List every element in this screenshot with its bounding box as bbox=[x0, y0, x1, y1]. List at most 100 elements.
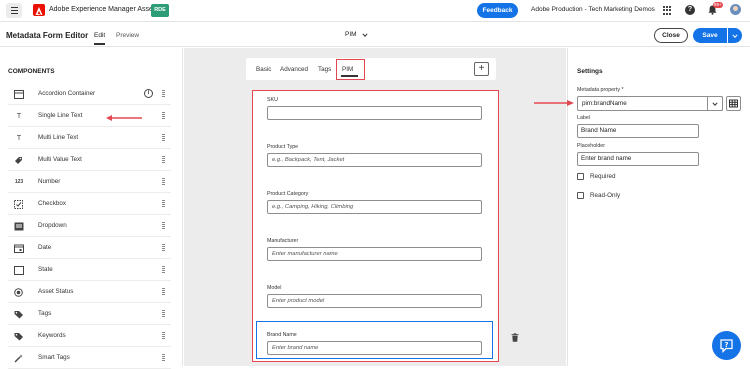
drag-handle-icon[interactable] bbox=[162, 354, 165, 363]
component-asset-status[interactable]: Asset Status bbox=[8, 282, 171, 303]
product-category-field[interactable]: e.g., Camping, Hiking, Climbing bbox=[267, 200, 482, 214]
drag-handle-icon[interactable] bbox=[162, 90, 165, 99]
form-name-dropdown[interactable]: PIM bbox=[345, 31, 357, 38]
environment-switcher[interactable]: Adobe Production - Tech Marketing Demos bbox=[531, 6, 655, 13]
brand-name-field[interactable]: Enter brand name bbox=[267, 341, 482, 355]
component-label: Smart Tags bbox=[38, 354, 70, 361]
field-label-product-type: Product Type bbox=[267, 144, 299, 150]
save-options-button[interactable] bbox=[728, 28, 742, 43]
schema-browser-button[interactable] bbox=[726, 96, 741, 111]
component-accordion-container[interactable]: Accordion Container i bbox=[8, 84, 171, 105]
close-button[interactable]: Close bbox=[654, 28, 688, 43]
drag-handle-icon[interactable] bbox=[162, 200, 165, 209]
component-single-line-text[interactable]: T Single Line Text bbox=[8, 106, 171, 127]
chevron-down-icon bbox=[732, 34, 738, 38]
top-bar: Adobe Experience Manager Assets RDE Feed… bbox=[0, 0, 750, 22]
active-tab-indicator bbox=[341, 75, 358, 77]
field-label-model: Model bbox=[267, 285, 282, 291]
component-label: Keywords bbox=[38, 332, 66, 339]
settings-title: Settings bbox=[577, 68, 603, 75]
read-only-checkbox-label: Read-Only bbox=[590, 192, 621, 199]
trash-icon[interactable] bbox=[511, 333, 519, 342]
drag-handle-icon[interactable] bbox=[162, 112, 165, 121]
drag-handle-icon[interactable] bbox=[162, 178, 165, 187]
form-tab-pim[interactable]: PIM bbox=[342, 66, 353, 73]
component-date[interactable]: Date bbox=[8, 238, 171, 259]
form-tab-basic[interactable]: Basic bbox=[256, 66, 271, 73]
app-title[interactable]: Adobe Experience Manager Assets bbox=[49, 6, 158, 13]
required-marker: * bbox=[621, 87, 624, 93]
component-label: Multi Line Text bbox=[38, 134, 79, 141]
checkbox-icon bbox=[14, 200, 23, 209]
hamburger-menu-icon[interactable] bbox=[6, 3, 22, 18]
apps-grid-icon[interactable] bbox=[663, 6, 672, 15]
drag-handle-icon[interactable] bbox=[162, 332, 165, 341]
form-tab-advanced[interactable]: Advanced bbox=[280, 66, 308, 73]
drag-handle-icon[interactable] bbox=[162, 266, 165, 275]
metadata-property-value: pim:brandName bbox=[582, 100, 627, 107]
component-label: State bbox=[38, 266, 53, 273]
required-checkbox[interactable] bbox=[577, 173, 584, 180]
form-tabs-bar: Basic Advanced Tags PIM + bbox=[246, 58, 496, 80]
field-label-sku: SKU bbox=[267, 97, 278, 103]
model-field[interactable]: Enter product model bbox=[267, 294, 482, 308]
feedback-button[interactable]: Feedback bbox=[477, 3, 518, 18]
component-label: Single Line Text bbox=[38, 112, 83, 119]
component-checkbox[interactable]: Checkbox bbox=[8, 194, 171, 215]
annotation-arrow bbox=[534, 100, 574, 106]
tab-edit[interactable]: Edit bbox=[94, 32, 105, 39]
drag-handle-icon[interactable] bbox=[162, 310, 165, 319]
drag-handle-icon[interactable] bbox=[162, 222, 165, 231]
required-checkbox-label: Required bbox=[590, 173, 616, 180]
smart-tags-icon bbox=[14, 354, 23, 363]
component-label: Accordion Container bbox=[38, 90, 96, 97]
metadata-property-combobox[interactable]: pim:brandName bbox=[577, 96, 723, 111]
component-state[interactable]: State bbox=[8, 260, 171, 281]
svg-text:?: ? bbox=[724, 341, 728, 349]
component-label: Checkbox bbox=[38, 200, 67, 207]
component-keywords[interactable]: Keywords bbox=[8, 326, 171, 347]
environment-badge: RDE bbox=[151, 4, 169, 17]
drag-handle-icon[interactable] bbox=[162, 134, 165, 143]
tab-preview[interactable]: Preview bbox=[116, 32, 139, 39]
label-input[interactable]: Brand Name bbox=[577, 124, 699, 138]
component-multi-value-text[interactable]: Multi Value Text bbox=[8, 150, 171, 171]
drag-handle-icon[interactable] bbox=[162, 156, 165, 165]
user-avatar[interactable] bbox=[730, 4, 741, 15]
component-label: Date bbox=[38, 244, 52, 251]
keyword-icon bbox=[14, 333, 23, 341]
component-tags[interactable]: Tags bbox=[8, 304, 171, 325]
component-label: Asset Status bbox=[38, 288, 74, 295]
component-multi-line-text[interactable]: T Multi Line Text bbox=[8, 128, 171, 149]
add-tab-button[interactable]: + bbox=[474, 62, 489, 76]
active-tab-indicator bbox=[94, 43, 105, 45]
calendar-icon bbox=[14, 244, 24, 253]
text-icon: T bbox=[16, 113, 22, 120]
state-icon bbox=[14, 266, 24, 275]
metadata-property-dropdown-button[interactable] bbox=[707, 96, 723, 111]
notification-count-badge: 99+ bbox=[713, 2, 723, 8]
sku-field[interactable] bbox=[267, 106, 482, 120]
component-number[interactable]: 123 Number bbox=[8, 172, 171, 193]
component-dropdown[interactable]: Dropdown bbox=[8, 216, 171, 237]
product-type-field[interactable]: e.g., Backpack, Tent, Jacket bbox=[267, 153, 482, 167]
drag-handle-icon[interactable] bbox=[162, 244, 165, 253]
chevron-down-icon[interactable] bbox=[362, 32, 368, 38]
save-button[interactable]: Save bbox=[693, 28, 727, 43]
components-title: COMPONENTS bbox=[8, 68, 55, 75]
read-only-checkbox[interactable] bbox=[577, 192, 584, 199]
info-icon[interactable]: i bbox=[144, 89, 153, 98]
component-label: Tags bbox=[38, 310, 52, 317]
help-chat-button[interactable]: ? bbox=[712, 331, 741, 360]
component-label: Multi Value Text bbox=[38, 156, 82, 163]
placeholder-input[interactable]: Enter brand name bbox=[577, 152, 699, 166]
text-icon: T bbox=[16, 135, 22, 142]
chevron-down-icon bbox=[712, 102, 718, 106]
help-icon[interactable]: ? bbox=[685, 5, 695, 15]
drag-handle-icon[interactable] bbox=[162, 288, 165, 297]
form-tab-content: SKU Product Type e.g., Backpack, Tent, J… bbox=[252, 90, 499, 362]
field-label-manufacturer: Manufacturer bbox=[267, 238, 299, 244]
form-tab-tags[interactable]: Tags bbox=[318, 66, 331, 73]
manufacturer-field[interactable]: Enter manufacturer name bbox=[267, 247, 482, 261]
annotation-arrow bbox=[106, 115, 142, 121]
